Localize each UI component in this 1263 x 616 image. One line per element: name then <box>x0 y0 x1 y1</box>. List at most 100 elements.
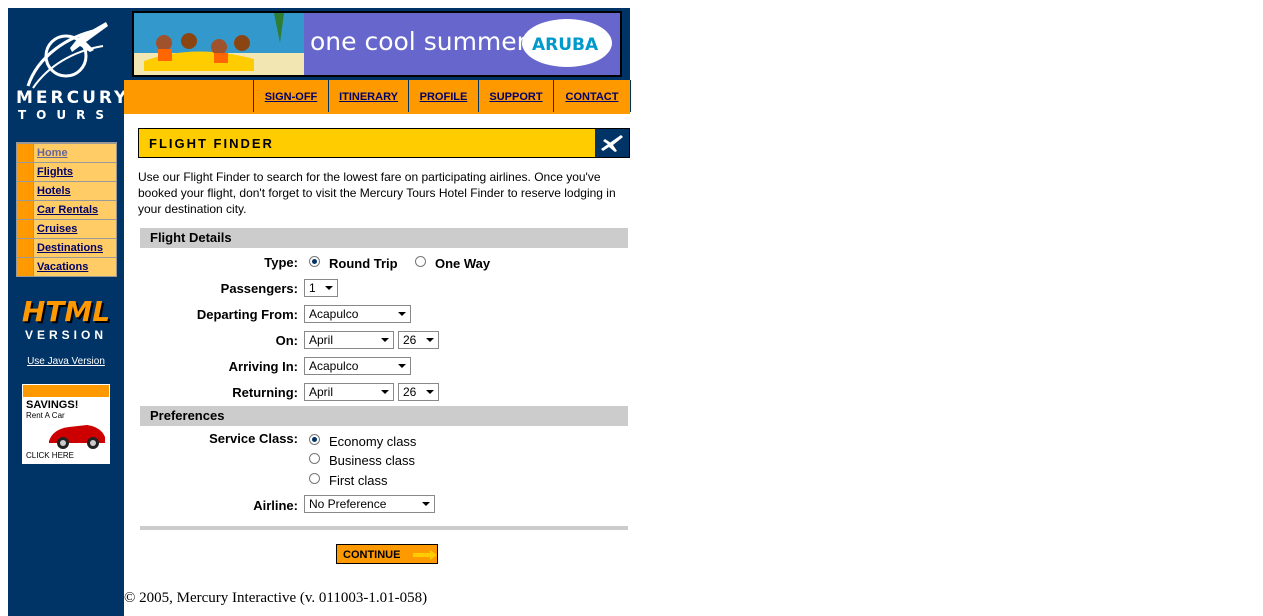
airline-label: Airline: <box>253 498 298 513</box>
ad-title: SAVINGS! <box>26 399 79 411</box>
html-version-small: VERSION <box>24 328 107 342</box>
sidebar-nav: Home Flights Hotels Car Rentals Cruises … <box>16 142 117 277</box>
arriving-select[interactable]: Acapulco <box>304 357 411 375</box>
sidebar-link-cruises[interactable]: Cruises <box>37 223 77 235</box>
html-version-big: HTML <box>21 295 111 328</box>
type-label: Type: <box>264 255 298 270</box>
on-label: On: <box>275 333 298 348</box>
return-day-select[interactable]: 26 <box>398 383 439 401</box>
form-divider <box>140 526 628 530</box>
departing-label: Departing From: <box>196 307 298 322</box>
rent-a-car-ad[interactable]: SAVINGS! Rent A Car CLICK HERE <box>22 384 110 464</box>
java-version-link[interactable]: Use Java Version <box>27 356 105 367</box>
top-nav: SIGN-OFF ITINERARY PROFILE SUPPORT CONTA… <box>124 80 631 114</box>
depart-month-select[interactable]: April <box>304 331 394 349</box>
chevron-down-icon <box>426 338 434 342</box>
sidebar-link-home[interactable]: Home <box>37 147 68 159</box>
nav-bullet <box>17 239 33 257</box>
passengers-select[interactable]: 1 <box>304 279 338 297</box>
mercury-tours-logo[interactable]: MERCURY TOURS <box>8 8 130 133</box>
return-month-select[interactable]: April <box>304 383 394 401</box>
continue-button[interactable]: CONTINUE <box>336 544 438 564</box>
logo-text-tours: TOURS <box>17 108 114 122</box>
topnav-item-profile[interactable]: PROFILE <box>408 80 479 112</box>
section-preferences: Preferences <box>140 406 628 426</box>
arriving-label: Arriving In: <box>228 359 298 374</box>
banner-slogan: one cool summer <box>310 27 527 56</box>
passengers-value: 1 <box>309 281 316 295</box>
radio-first[interactable] <box>309 473 320 484</box>
plane-logo-icon <box>26 22 108 89</box>
nav-bullet <box>17 163 33 181</box>
plane-icon-box <box>595 129 629 157</box>
topnav-link-itinerary[interactable]: ITINERARY <box>339 91 398 103</box>
radio-economy[interactable] <box>309 434 320 445</box>
arriving-value: Acapulco <box>309 359 359 373</box>
sidebar-item-home[interactable]: Home <box>17 144 116 162</box>
section-flight-details: Flight Details <box>140 228 628 248</box>
beach-photo-icon <box>134 13 304 75</box>
chevron-down-icon <box>398 312 406 316</box>
airplane-icon <box>601 135 623 152</box>
business-label: Business class <box>329 453 415 468</box>
sidebar-link-vacations[interactable]: Vacations <box>37 261 88 273</box>
airline-value: No Preference <box>309 497 387 511</box>
chevron-down-icon <box>426 390 434 394</box>
topnav-link-contact[interactable]: CONTACT <box>566 91 619 103</box>
chevron-down-icon <box>381 390 389 394</box>
continue-label: CONTINUE <box>343 549 401 561</box>
economy-label: Economy class <box>329 434 417 449</box>
topnav-link-support[interactable]: SUPPORT <box>489 91 542 103</box>
left-sidebar: MERCURY TOURS Home Flights Hotels Car Re… <box>8 8 130 616</box>
sidebar-item-cruises[interactable]: Cruises <box>17 220 116 238</box>
sidebar-link-destinations[interactable]: Destinations <box>37 242 103 254</box>
radio-one-way[interactable] <box>415 256 426 267</box>
ad-top-bar <box>23 385 109 397</box>
return-day-value: 26 <box>403 385 417 399</box>
radio-round-trip[interactable] <box>309 256 320 267</box>
topnav-item-contact[interactable]: CONTACT <box>553 80 631 112</box>
banner-row: one cool summer ARUBA <box>124 8 630 80</box>
chevron-down-icon <box>422 502 430 506</box>
aruba-banner[interactable]: one cool summer ARUBA <box>132 11 622 77</box>
passengers-label: Passengers: <box>220 281 298 296</box>
service-class-label: Service Class: <box>209 431 298 446</box>
airline-select[interactable]: No Preference <box>304 495 435 513</box>
return-month-value: April <box>309 385 334 399</box>
sidebar-link-hotels[interactable]: Hotels <box>37 185 71 197</box>
topnav-item-itinerary[interactable]: ITINERARY <box>328 80 409 112</box>
arrow-right-head-icon <box>430 550 437 560</box>
one-way-label: One Way <box>435 256 491 271</box>
logo-text-mercury: MERCURY <box>16 88 130 108</box>
sidebar-item-destinations[interactable]: Destinations <box>17 239 116 257</box>
topnav-item-support[interactable]: SUPPORT <box>478 80 554 112</box>
depart-month-value: April <box>309 333 334 347</box>
radio-business[interactable] <box>309 453 320 464</box>
returning-label: Returning: <box>232 385 298 400</box>
copyright: © 2005, Mercury Interactive (v. 011003-1… <box>124 590 428 606</box>
page-title: FLIGHT FINDER <box>149 136 274 151</box>
depart-day-select[interactable]: 26 <box>398 331 439 349</box>
nav-bullet <box>17 201 33 219</box>
nav-bullet <box>17 258 33 276</box>
topnav-item-sign-off[interactable]: SIGN-OFF <box>253 80 329 112</box>
sidebar-item-car-rentals[interactable]: Car Rentals <box>17 201 116 219</box>
sidebar-link-car-rentals[interactable]: Car Rentals <box>37 204 98 216</box>
chevron-down-icon <box>398 364 406 368</box>
java-version-link-wrap: Use Java Version <box>8 356 124 367</box>
chevron-down-icon <box>381 338 389 342</box>
flight-finder-header: FLIGHT FINDER <box>138 128 630 158</box>
topnav-link-profile[interactable]: PROFILE <box>420 91 468 103</box>
sidebar-item-flights[interactable]: Flights <box>17 163 116 181</box>
departing-select[interactable]: Acapulco <box>304 305 411 323</box>
depart-day-value: 26 <box>403 333 417 347</box>
nav-bullet <box>17 182 33 200</box>
html-version-badge: HTML VERSION <box>18 295 114 343</box>
topnav-link-sign-off[interactable]: SIGN-OFF <box>265 91 318 103</box>
sidebar-link-flights[interactable]: Flights <box>37 166 73 178</box>
sidebar-item-hotels[interactable]: Hotels <box>17 182 116 200</box>
intro-text: Use our Flight Finder to search for the … <box>138 170 616 216</box>
round-trip-label: Round Trip <box>329 256 398 271</box>
chevron-down-icon <box>325 286 333 290</box>
sidebar-item-vacations[interactable]: Vacations <box>17 258 116 276</box>
